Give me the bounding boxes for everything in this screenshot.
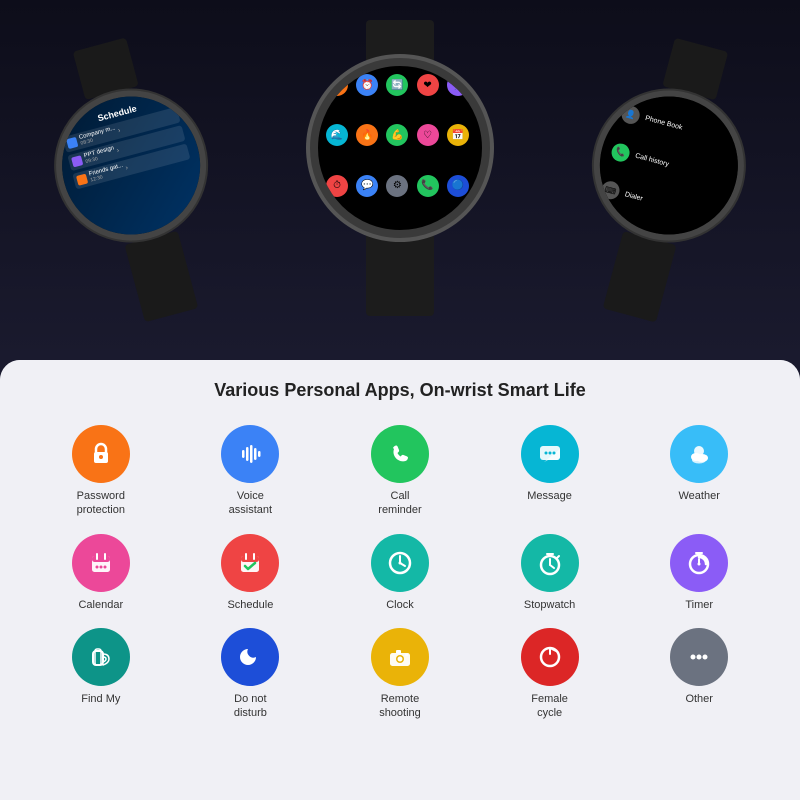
app-item-voice-assistant: Voiceassistant xyxy=(180,425,322,518)
w-app-14: 📞 xyxy=(417,175,439,197)
app-item-female-cycle: Femalecycle xyxy=(479,628,621,721)
app-label-stopwatch: Stopwatch xyxy=(524,598,575,612)
app-label-message: Message xyxy=(527,489,572,503)
app-item-stopwatch: Stopwatch xyxy=(479,534,621,612)
app-label-schedule: Schedule xyxy=(227,598,273,612)
app-icon-female-cycle xyxy=(521,628,579,686)
w-app-7: 🔥 xyxy=(356,124,378,146)
watch-body-center: 🗓 ⏰ 🔄 ❤ 🏃 🌊 🔥 💪 ♡ 📅 ⏱ 💬 ⚙ 📞 � xyxy=(310,58,490,238)
app-icon-voice-assistant xyxy=(221,425,279,483)
app-item-clock: Clock xyxy=(329,534,471,612)
app-item-message: Message xyxy=(479,425,621,518)
app-label-find-my: Find My xyxy=(81,692,120,706)
app-icon-call-reminder xyxy=(371,425,429,483)
app-icon-clock xyxy=(371,534,429,592)
w-app-8: 💪 xyxy=(386,124,408,146)
w-app-2: ⏰ xyxy=(356,74,378,96)
phone-label-history: Call history xyxy=(634,153,669,169)
phone-label-book: Phone Book xyxy=(644,115,683,132)
app-icon-calendar xyxy=(72,534,130,592)
w-app-12: 💬 xyxy=(356,175,378,197)
schedule-dot-3 xyxy=(76,174,88,186)
app-label-call-reminder: Callreminder xyxy=(378,489,421,518)
watch-apps-grid: 🗓 ⏰ 🔄 ❤ 🏃 🌊 🔥 💪 ♡ 📅 ⏱ 💬 ⚙ 📞 � xyxy=(318,66,482,230)
schedule-dot-1 xyxy=(66,137,78,149)
app-label-remote-shooting: Remoteshooting xyxy=(379,692,421,721)
app-icon-password-protection xyxy=(72,425,130,483)
watch-body-right: 👤 Phone Book 📞 Call history ⌨ Dialer xyxy=(577,74,761,258)
app-item-calendar: Calendar xyxy=(30,534,172,612)
w-app-15: 🔵 xyxy=(447,175,469,197)
app-icon-do-not-disturb xyxy=(221,628,279,686)
schedule-arrow-1: › xyxy=(117,127,121,134)
app-icon-stopwatch xyxy=(521,534,579,592)
app-item-schedule: Schedule xyxy=(180,534,322,612)
apps-grid: Passwordprotection Voiceassistant xyxy=(30,425,770,720)
w-app-5: 🏃 xyxy=(447,74,469,96)
schedule-arrow-2: › xyxy=(116,147,120,154)
app-label-timer: Timer xyxy=(685,598,713,612)
app-label-female-cycle: Femalecycle xyxy=(531,692,568,721)
phone-item-book: 👤 Phone Book xyxy=(620,104,739,152)
watch-band-bottom-left xyxy=(124,231,198,323)
w-app-6: 🌊 xyxy=(326,124,348,146)
w-app-3: 🔄 xyxy=(386,74,408,96)
watch-band-top-center xyxy=(366,20,434,60)
w-app-11: ⏱ xyxy=(326,175,348,197)
phone-item-dialer: ⌨ Dialer xyxy=(599,180,718,228)
app-label-weather: Weather xyxy=(679,489,720,503)
watches-section: Schedule Company m... 08:30 › PPT design xyxy=(0,0,800,360)
phone-icon-book: 👤 xyxy=(620,104,642,126)
phone-item-history: 📞 Call history xyxy=(610,142,729,190)
section-title: Various Personal Apps, On-wrist Smart Li… xyxy=(30,380,770,401)
w-app-1: 🗓 xyxy=(326,74,348,96)
app-icon-message xyxy=(521,425,579,483)
schedule-arrow-3: › xyxy=(125,164,129,171)
watch-container: Schedule Company m... 08:30 › PPT design xyxy=(0,0,800,360)
app-label-calendar: Calendar xyxy=(78,598,123,612)
w-app-4: ❤ xyxy=(417,74,439,96)
app-label-clock: Clock xyxy=(386,598,414,612)
app-label-password-protection: Passwordprotection xyxy=(77,489,125,518)
bottom-section: Various Personal Apps, On-wrist Smart Li… xyxy=(0,360,800,800)
app-item-call-reminder: Callreminder xyxy=(329,425,471,518)
watch-center: 🗓 ⏰ 🔄 ❤ 🏃 🌊 🔥 💪 ♡ 📅 ⏱ 💬 ⚙ 📞 � xyxy=(310,20,490,316)
app-label-voice-assistant: Voiceassistant xyxy=(229,489,272,518)
watch-screen-right: 👤 Phone Book 📞 Call history ⌨ Dialer xyxy=(584,81,753,250)
app-icon-timer xyxy=(670,534,728,592)
phone-icon-history: 📞 xyxy=(610,142,632,164)
app-item-do-not-disturb: Do notdisturb xyxy=(180,628,322,721)
app-label-other: Other xyxy=(685,692,713,706)
phone-icon-dialer: ⌨ xyxy=(599,180,621,202)
watch-body-left: Schedule Company m... 08:30 › PPT design xyxy=(39,74,223,258)
w-app-9: ♡ xyxy=(417,124,439,146)
app-icon-find-my xyxy=(72,628,130,686)
watch-right: 👤 Phone Book 📞 Call history ⌨ Dialer xyxy=(556,25,773,334)
watch-left: Schedule Company m... 08:30 › PPT design xyxy=(26,25,243,334)
app-icon-weather xyxy=(670,425,728,483)
w-app-10: 📅 xyxy=(447,124,469,146)
app-label-do-not-disturb: Do notdisturb xyxy=(234,692,267,721)
app-item-password-protection: Passwordprotection xyxy=(30,425,172,518)
app-icon-remote-shooting xyxy=(371,628,429,686)
watch-screen-left: Schedule Company m... 08:30 › PPT design xyxy=(47,81,216,250)
watch-band-bottom-center xyxy=(366,236,434,316)
app-item-weather: Weather xyxy=(628,425,770,518)
w-app-13: ⚙ xyxy=(386,175,408,197)
phone-label-dialer: Dialer xyxy=(624,191,643,202)
info-section: Various Personal Apps, On-wrist Smart Li… xyxy=(0,360,800,800)
app-item-other: Other xyxy=(628,628,770,721)
app-item-find-my: Find My xyxy=(30,628,172,721)
app-icon-other xyxy=(670,628,728,686)
app-item-remote-shooting: Remoteshooting xyxy=(329,628,471,721)
watch-band-bottom-right xyxy=(602,231,676,323)
app-item-timer: Timer xyxy=(628,534,770,612)
app-icon-schedule xyxy=(221,534,279,592)
schedule-dot-2 xyxy=(71,155,83,167)
